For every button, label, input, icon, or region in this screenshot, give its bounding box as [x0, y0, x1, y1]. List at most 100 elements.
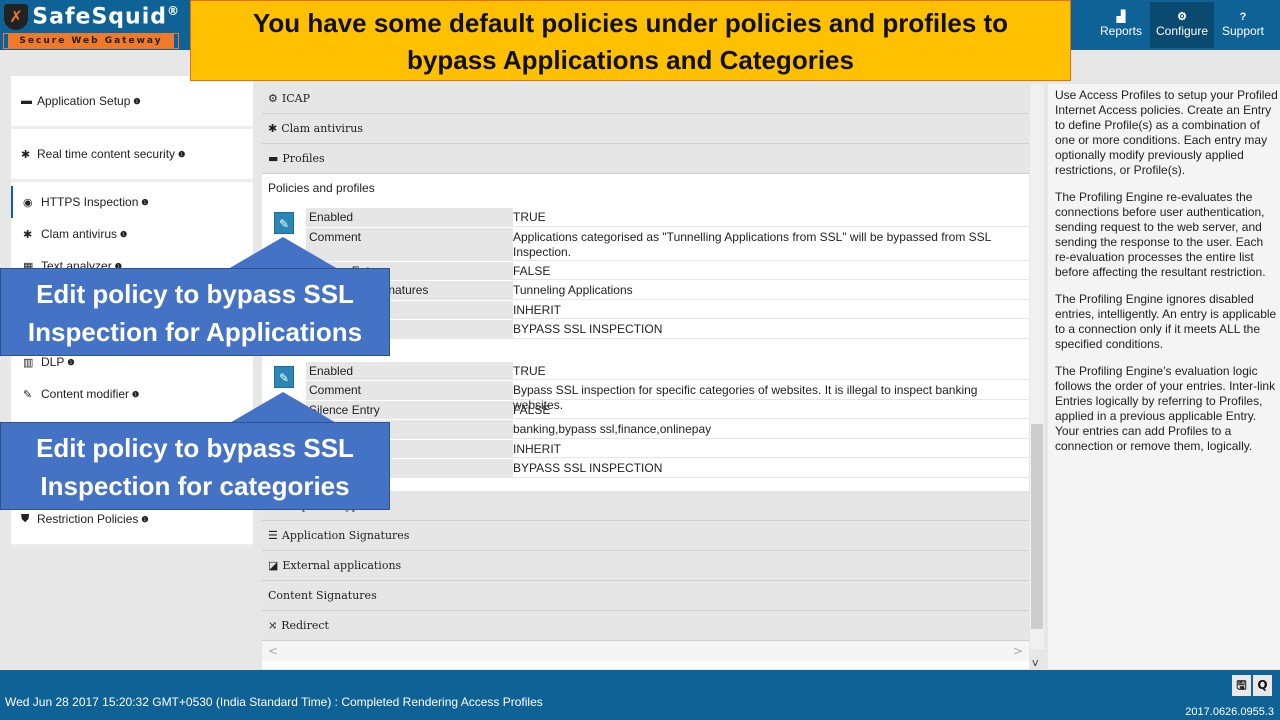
shuffle-icon: ⤨: [268, 618, 278, 632]
help-panel: Use Access Profiles to setup your Profil…: [1048, 84, 1280, 669]
banner-line-2: bypass Applications and Categories: [407, 45, 854, 75]
entry-value: INHERIT: [508, 300, 1029, 319]
callout-categories: Edit policy to bypass SSL Inspection for…: [0, 422, 390, 510]
entry-value: INHERIT: [508, 439, 1029, 458]
edit-entry-button[interactable]: ✎: [274, 212, 294, 234]
barcode-icon: ▥: [23, 356, 34, 369]
edit-icon: ✎: [278, 370, 290, 385]
logo-shield-icon: ✗: [4, 4, 29, 30]
info-icon[interactable]: ❶: [133, 97, 140, 106]
version-label: 2017.0626.0955.3: [1185, 706, 1274, 718]
callout-line-2: Inspection for Applications: [27, 317, 363, 347]
scroll-left-icon[interactable]: <: [268, 644, 278, 658]
subsection-policies-and-profiles[interactable]: Policies and profiles: [262, 174, 1029, 202]
callout-applications: Edit policy to bypass SSL Inspection for…: [0, 268, 390, 356]
asterisk-icon: ✱: [23, 228, 33, 241]
scrollbar-thumb[interactable]: [1031, 424, 1043, 629]
eye-icon: ◉: [23, 196, 33, 209]
logo-reg: ®: [167, 4, 180, 19]
info-icon[interactable]: ❶: [141, 198, 148, 207]
modifier-icon: ✎: [23, 388, 33, 401]
sidebar-subitem-https-inspection[interactable]: ◉ HTTPS Inspection ❶: [11, 186, 253, 218]
entry-value: Applications categorised as "Tunnelling …: [508, 227, 1029, 261]
entry-value: TRUE: [508, 208, 1029, 227]
entry-row: Added ProfilesBYPASS SSL INSPECTION: [306, 459, 1029, 479]
main-nav: ▟ Reports ⚙ Configure ? Support: [1092, 2, 1272, 48]
entry-value: Tunneling Applications: [508, 281, 1029, 300]
section-label: ICAP: [281, 92, 310, 105]
entry-row: Enabled TRUE: [306, 208, 1029, 228]
vertical-scrollbar[interactable]: v: [1030, 84, 1044, 669]
sidebar-subitem-label: Clam antivirus: [41, 227, 118, 241]
entry-value: BYPASS SSL INSPECTION: [508, 320, 1029, 339]
entry-row: Comment Bypass SSL inspection for specifi…: [306, 381, 1029, 412]
save-icon: 🖫: [1236, 678, 1247, 692]
logo-tagline: Secure Web Gateway: [3, 33, 179, 49]
section-profiles[interactable]: ▬ Profiles: [262, 144, 1029, 174]
save-button[interactable]: 🖫: [1232, 675, 1251, 696]
callout-line-1: Edit policy to bypass SSL: [36, 433, 354, 463]
help-paragraph: The Profiling Engine’s evaluation logic …: [1055, 364, 1276, 453]
edit-entry-button[interactable]: ✎: [274, 365, 294, 388]
nav-configure[interactable]: ⚙ Configure: [1150, 2, 1214, 48]
sidebar-subitem-label: Content modifier: [41, 387, 130, 401]
entry-value: Bypass SSL inspection for specific categ…: [508, 381, 1029, 412]
info-icon[interactable]: ❶: [141, 515, 148, 524]
shield-icon: ⛊: [21, 512, 30, 525]
horizontal-scrollbar[interactable]: < >: [262, 640, 1029, 661]
list-icon: ☰: [268, 528, 278, 542]
edit-icon: ✎: [278, 217, 290, 231]
annotation-banner: You have some default policies under pol…: [190, 0, 1071, 81]
main-panel: ⚙ ICAP ✱ Clam antivirus ▬ Profiles Polic…: [262, 84, 1029, 669]
help-paragraph: The Profiling Engine ignores disabled en…: [1055, 292, 1277, 351]
entry-value: FALSE: [508, 400, 1029, 419]
section-clam-antivirus[interactable]: ✱ Clam antivirus: [262, 114, 1029, 144]
section-label: External applications: [282, 558, 402, 572]
nav-support[interactable]: ? Support: [1214, 2, 1272, 48]
sidebar-item-application-setup[interactable]: ▬ Application Setup ❶: [11, 76, 253, 129]
section-label: Clam antivirus: [281, 122, 363, 135]
status-bar: Wed Jun 28 2017 15:20:32 GMT+0530 (India…: [0, 670, 1280, 720]
nav-configure-label: Configure: [1155, 24, 1209, 38]
briefcase-icon: ▬: [21, 95, 32, 107]
footer-buttons: 🖫 Q: [1232, 675, 1272, 696]
sidebar-item-real-time-content-security[interactable]: ✱ Real time content security ❶: [11, 129, 253, 182]
info-icon[interactable]: ❶: [178, 150, 185, 159]
info-icon[interactable]: ❶: [132, 390, 139, 399]
section-icap[interactable]: ⚙ ICAP: [262, 84, 1029, 114]
search-button[interactable]: Q: [1253, 675, 1272, 696]
info-icon[interactable]: ❶: [120, 230, 127, 239]
scroll-right-icon[interactable]: >: [1013, 641, 1023, 661]
status-text: Wed Jun 28 2017 15:20:32 GMT+0530 (India…: [5, 695, 543, 709]
sidebar-subitem-label: DLP: [41, 355, 65, 369]
nav-reports-label: Reports: [1099, 24, 1143, 38]
sidebar-subitem-clam-antivirus[interactable]: ✱ Clam antivirus ❶: [11, 218, 253, 250]
external-link-icon: ◪: [268, 558, 279, 572]
briefcase-icon: ▬: [268, 152, 279, 165]
entry-value: banking,bypass ssl,finance,onlinepay: [508, 420, 1029, 439]
entry-key: Enabled: [306, 208, 511, 227]
entry-row: Application SignaturesTunneling Applicat…: [306, 281, 1029, 301]
safesquid-logo[interactable]: ✗ SafeSquid® Secure Web Gateway: [3, 2, 180, 50]
sidebar-item-label: Real time content security: [37, 147, 176, 161]
sidebar-subitem-label: HTTPS Inspection: [41, 195, 139, 209]
section-application-signatures[interactable]: ☰ Application Signatures: [262, 520, 1029, 551]
scroll-down-icon[interactable]: v: [1032, 656, 1039, 669]
section-external-applications[interactable]: ◪ External applications: [262, 550, 1029, 581]
nav-reports[interactable]: ▟ Reports: [1092, 2, 1150, 48]
entry-row: Categoriesbanking,bypass ssl,finance,onl…: [306, 420, 1029, 440]
banner-line-1: You have some default policies under pol…: [252, 8, 1009, 38]
callout-pointer: [228, 237, 338, 269]
sidebar-subitem-content-modifier[interactable]: ✎ Content modifier ❶: [11, 378, 253, 410]
info-icon[interactable]: ❶: [67, 358, 74, 367]
callout-line-2: Inspection for categories: [40, 471, 350, 501]
nav-support-label: Support: [1221, 24, 1265, 38]
search-icon: Q: [1257, 678, 1268, 692]
section-label: Application Signatures: [281, 528, 410, 542]
section-label: Redirect: [281, 618, 329, 632]
entry-row: Silence EntryFALSE: [306, 261, 1029, 281]
section-content-signatures[interactable]: Content Signatures: [262, 580, 1029, 611]
section-label: Content Signatures: [268, 588, 377, 602]
entry-row: Comment Applications categorised as "Tunn…: [306, 227, 1029, 262]
section-redirect[interactable]: ⤨ Redirect: [262, 610, 1029, 641]
